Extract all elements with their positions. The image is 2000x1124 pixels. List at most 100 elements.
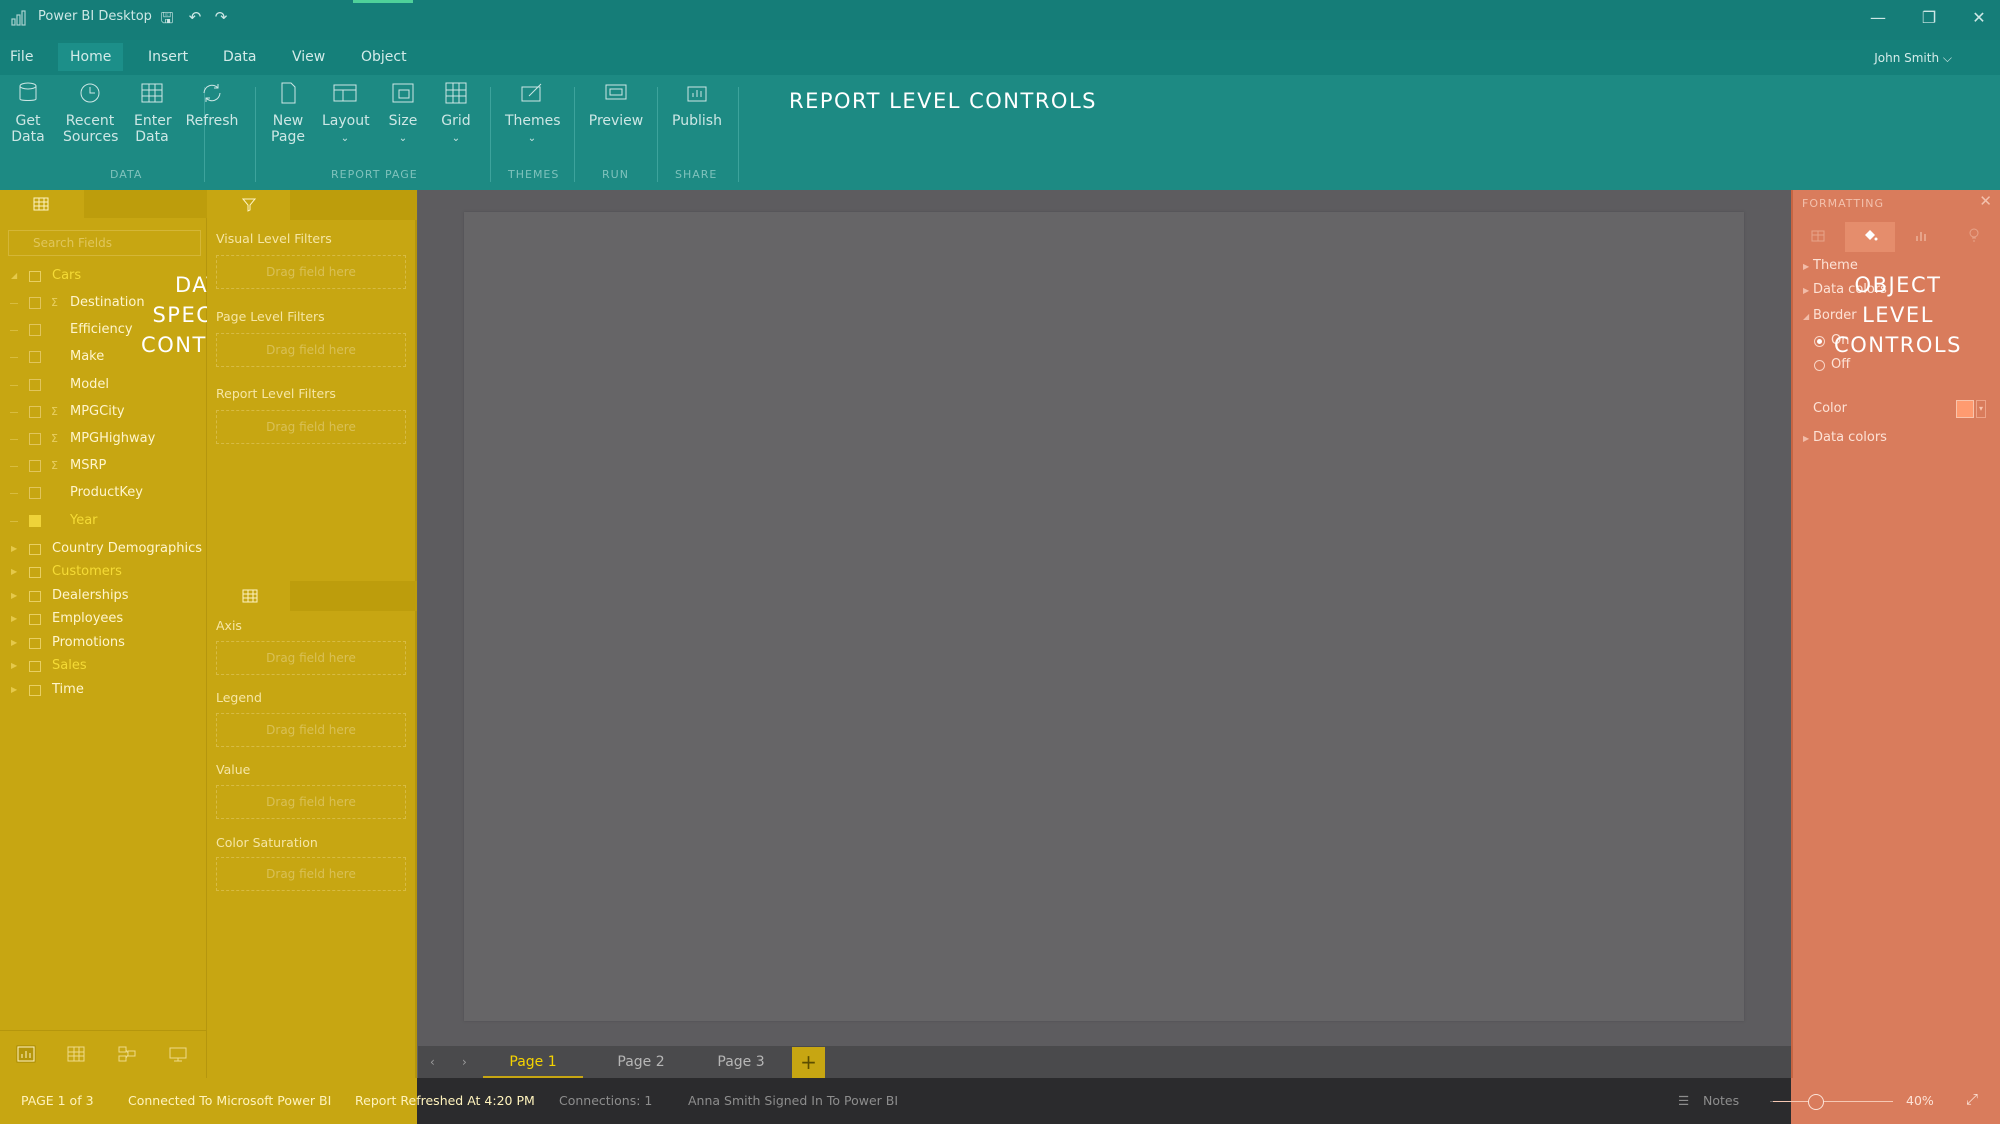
data-view-icon[interactable] (66, 1045, 86, 1063)
size-button[interactable]: Size ⌄ (388, 81, 418, 147)
menu-data[interactable]: Data (223, 49, 256, 65)
fit-to-page-icon[interactable]: ⤢ (1966, 1090, 1978, 1108)
table-row[interactable]: ▶ Employees (0, 606, 207, 632)
expand-data-colors-icon[interactable]: ▶ (1803, 286, 1809, 295)
table-row[interactable]: ▶ Dealerships (0, 583, 207, 609)
field-checkbox[interactable] (29, 433, 41, 445)
page-filter-drop-zone[interactable]: Drag field here (216, 333, 406, 367)
axis-drop-zone[interactable]: Drag field here (216, 641, 406, 675)
grid-button[interactable]: Grid ⌄ (440, 81, 472, 147)
legend-drop-zone[interactable]: Drag field here (216, 713, 406, 747)
field-checkbox[interactable] (29, 487, 41, 500)
preview-button[interactable]: Preview (588, 81, 644, 129)
field-row[interactable]: Model (0, 372, 207, 398)
close-icon[interactable]: ✕ (1979, 192, 1992, 210)
report-page-canvas[interactable] (464, 212, 1744, 1021)
field-checkbox[interactable] (29, 514, 41, 527)
enter-data-button[interactable]: Enter Data (134, 81, 172, 145)
page-tab-2[interactable]: Page 2 (591, 1046, 691, 1079)
table-label: Sales (52, 658, 87, 674)
notes-icon[interactable]: ☰ (1678, 1093, 1689, 1108)
table-row[interactable]: ▶ Country Demographics (0, 536, 207, 562)
themes-button[interactable]: Themes ⌄ (505, 81, 561, 147)
collapse-border-icon[interactable]: ◢ (1803, 312, 1809, 321)
recent-sources-button[interactable]: Recent Sources (63, 81, 118, 145)
table-icon (29, 567, 41, 579)
value-drop-zone[interactable]: Drag field here (216, 785, 406, 819)
color-saturation-drop-zone[interactable]: Drag field here (216, 857, 406, 891)
close-window-button[interactable]: ✕ (1966, 8, 1992, 34)
menu-view[interactable]: View (292, 49, 325, 65)
field-row[interactable]: Σ MPGCity (0, 399, 207, 425)
publish-button[interactable]: Publish (670, 81, 724, 129)
field-checkbox[interactable] (29, 378, 41, 391)
field-checkbox[interactable] (29, 405, 41, 418)
signed-in-status: Anna Smith Signed In To Power BI (688, 1093, 899, 1108)
report-view-icon[interactable] (16, 1045, 36, 1063)
page-tab-1[interactable]: Page 1 (483, 1046, 583, 1079)
add-page-button[interactable]: + (792, 1047, 825, 1078)
field-row[interactable]: Σ MSRP (0, 453, 207, 479)
field-checkbox[interactable] (29, 351, 41, 364)
field-row[interactable]: Year (0, 508, 207, 534)
data-colors-section-2[interactable]: Data colors (1813, 430, 1887, 445)
refresh-button[interactable]: Refresh (185, 81, 239, 129)
menu-object[interactable]: Object (361, 49, 407, 65)
visual-filter-drop-zone[interactable]: Drag field here (216, 255, 406, 289)
get-data-button[interactable]: Get Data (10, 81, 46, 145)
zoom-slider-handle[interactable] (1808, 1094, 1824, 1110)
menu-insert[interactable]: Insert (148, 49, 188, 65)
formatting-pane: FORMATTING ✕ ▶ Theme ▶ Data colors ◢ Bor… (1791, 190, 2000, 1078)
table-icon (33, 197, 49, 211)
insights-tab[interactable] (1949, 222, 1999, 252)
field-row[interactable]: ProductKey (0, 480, 207, 506)
table-row[interactable]: ▶ Time (0, 677, 207, 703)
table-row[interactable]: ▶ Sales (0, 653, 207, 679)
next-page-arrow-icon[interactable]: › (462, 1055, 467, 1069)
filter-icon (242, 198, 256, 212)
legend-label: Legend (216, 690, 262, 705)
search-fields-input[interactable]: Search Fields (8, 230, 201, 256)
app-title: Power BI Desktop (38, 9, 152, 24)
table-row[interactable]: ▶ Promotions (0, 630, 207, 656)
status-bar: PAGE 1 of 3 Connected To Microsoft Power… (0, 1078, 2000, 1124)
page-tab-3[interactable]: Page 3 (691, 1046, 791, 1079)
field-checkbox[interactable] (29, 297, 41, 309)
field-checkbox[interactable] (29, 324, 41, 337)
themes-label: Themes (505, 113, 561, 129)
chevron-down-icon[interactable]: ▾ (1976, 400, 1986, 418)
notes-button[interactable]: Notes (1703, 1093, 1739, 1108)
analytics-tab[interactable] (1897, 222, 1947, 252)
save-icon[interactable]: 🖫 (157, 8, 177, 28)
page-tab-bar: ‹ › Page 1 Page 2 Page 3 + (418, 1046, 1791, 1079)
color-swatch[interactable] (1956, 400, 1974, 418)
undo-icon[interactable]: ↶ (185, 8, 205, 28)
user-account[interactable]: John Smith ⌵ (1874, 51, 1952, 66)
filters-tab[interactable] (207, 190, 290, 220)
prev-page-arrow-icon[interactable]: ‹ (430, 1055, 435, 1069)
field-row[interactable]: Σ MPGHighway (0, 426, 207, 452)
expand-data-colors-2-icon[interactable]: ▶ (1803, 434, 1809, 443)
format-paint-tab[interactable] (1845, 222, 1895, 252)
report-filter-drop-zone[interactable]: Drag field here (216, 410, 406, 444)
model-view-icon[interactable] (117, 1045, 137, 1063)
expand-theme-icon[interactable]: ▶ (1803, 262, 1809, 271)
restore-button[interactable]: ❐ (1916, 8, 1942, 34)
field-label: ProductKey (70, 485, 143, 501)
menu-file[interactable]: File (10, 49, 33, 65)
menu-home[interactable]: Home (58, 43, 124, 71)
field-checkbox[interactable] (29, 460, 41, 473)
new-page-button[interactable]: New Page (268, 81, 308, 145)
fields-wells-tab[interactable] (207, 581, 290, 611)
fields-tab[interactable] (0, 190, 84, 218)
table-row[interactable]: ▶ Customers (0, 559, 207, 585)
minimize-button[interactable]: — (1865, 8, 1891, 34)
zoom-slider-track[interactable] (1773, 1101, 1893, 1102)
redo-icon[interactable]: ↷ (211, 8, 231, 28)
sigma-icon: Σ (51, 459, 58, 473)
title-bar: Power BI Desktop 🖫 ↶ ↷ — ❐ ✕ (0, 0, 2000, 40)
layout-button[interactable]: Layout ⌄ (322, 81, 370, 147)
presentation-view-icon[interactable] (168, 1045, 188, 1063)
border-off-radio[interactable] (1814, 360, 1825, 371)
fields-format-tab[interactable] (1793, 222, 1843, 252)
